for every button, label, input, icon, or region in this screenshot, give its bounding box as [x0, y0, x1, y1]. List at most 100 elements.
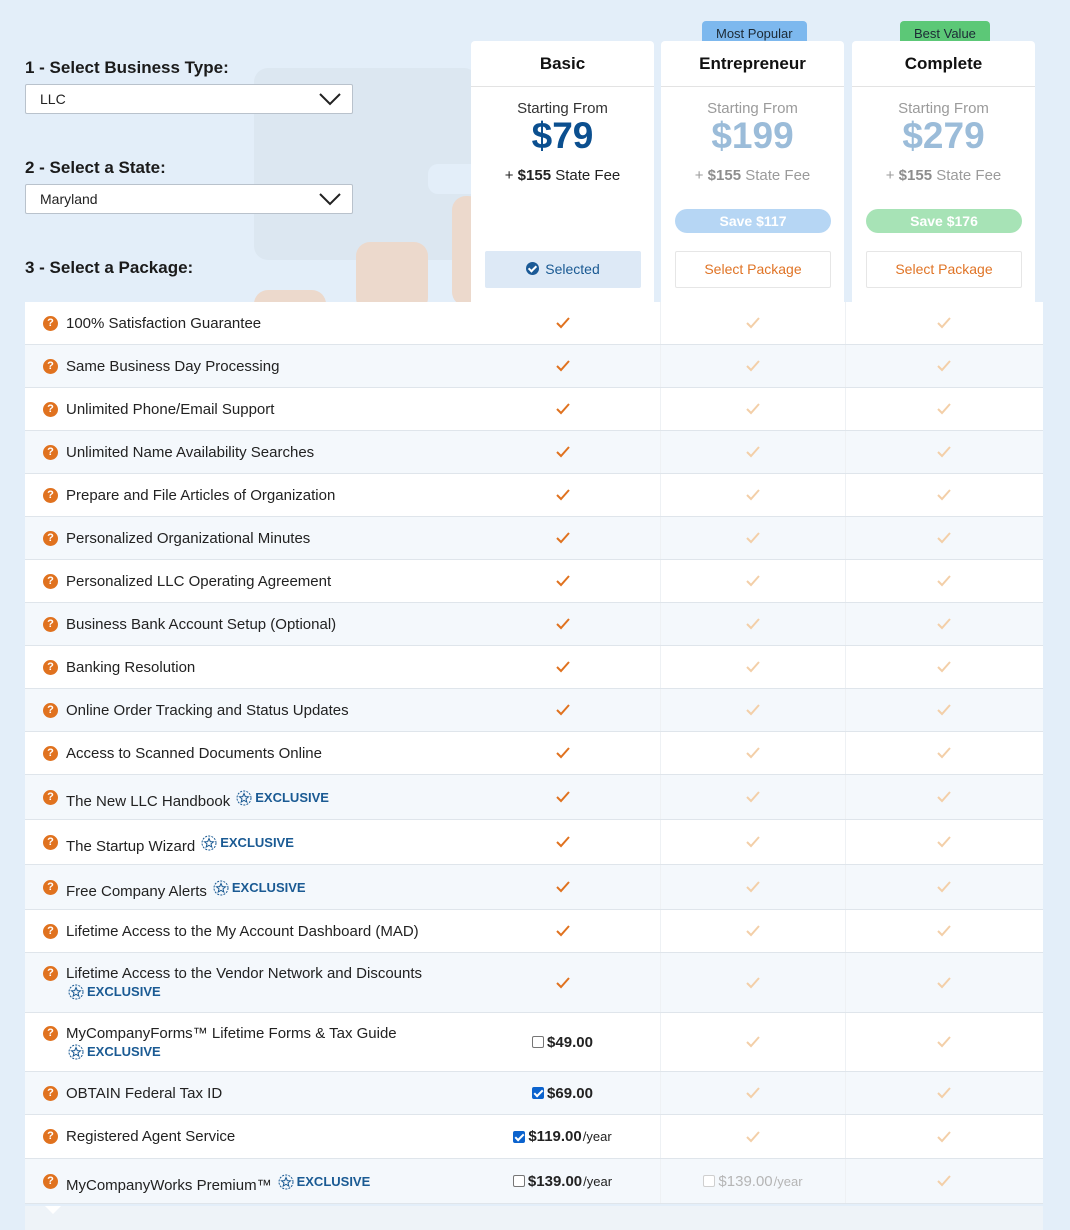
plan-cell-basic: $139.00/year — [470, 1159, 655, 1203]
question-icon[interactable]: ? — [43, 703, 58, 718]
question-icon[interactable]: ? — [43, 880, 58, 895]
selected-package-button[interactable]: Selected — [485, 251, 641, 288]
addon-option[interactable]: $49.00 — [532, 1034, 593, 1051]
checkmark-icon — [746, 403, 760, 415]
feature-name: Lifetime Access to the Vendor Network an… — [66, 965, 423, 982]
select-package-button[interactable]: Select Package — [675, 251, 831, 288]
star-badge-icon — [68, 984, 84, 1000]
checkmark-icon — [746, 317, 760, 329]
question-icon[interactable]: ? — [43, 1174, 58, 1189]
plan-price: $79 — [531, 115, 594, 156]
question-icon[interactable]: ? — [43, 574, 58, 589]
feature-name: Access to Scanned Documents Online — [66, 745, 322, 762]
feature-text: OBTAIN Federal Tax ID — [66, 1085, 466, 1103]
question-icon[interactable]: ? — [43, 746, 58, 761]
question-icon[interactable]: ? — [43, 924, 58, 939]
question-icon[interactable]: ? — [43, 359, 58, 374]
checkmark-icon — [936, 618, 951, 630]
feature-text: Unlimited Name Availability Searches — [66, 444, 466, 462]
question-icon[interactable]: ? — [43, 660, 58, 675]
feature-text: The Startup Wizard EXCLUSIVE — [66, 834, 466, 856]
addon-checkbox[interactable] — [532, 1036, 545, 1048]
checkmark-icon — [746, 360, 760, 372]
feature-row: ? Lifetime Access to the My Account Dashb… — [25, 910, 1043, 953]
question-icon[interactable]: ? — [43, 1086, 58, 1101]
addon-option[interactable]: $119.00/year — [513, 1128, 612, 1145]
question-icon[interactable]: ? — [43, 402, 58, 417]
checkmark-icon — [936, 532, 951, 544]
addon-price: $49.00 — [547, 1033, 593, 1051]
feature-label: ? The Startup Wizard EXCLUSIVE — [43, 820, 463, 865]
plan-cell-entrepreneur — [660, 388, 846, 430]
question-icon[interactable]: ? — [43, 966, 58, 981]
feature-name: Registered Agent Service — [66, 1128, 236, 1145]
addon-period: /year — [773, 1173, 803, 1189]
feature-label: ? Free Company Alerts EXCLUSIVE — [43, 865, 463, 910]
plan-name: Entrepreneur — [661, 41, 844, 87]
question-icon[interactable]: ? — [43, 835, 58, 850]
table-footer — [25, 1206, 1043, 1230]
checkmark-icon — [746, 791, 760, 803]
plan-cell-complete — [851, 603, 1036, 645]
plan-cell-complete — [851, 1013, 1036, 1071]
feature-label: ? Prepare and File Articles of Organizati… — [43, 474, 463, 517]
plan-cell-entrepreneur — [660, 865, 846, 909]
addon-option[interactable]: $139.00/year — [512, 1173, 612, 1190]
feature-row: ? Lifetime Access to the Vendor Network a… — [25, 953, 1043, 1013]
question-icon[interactable]: ? — [43, 790, 58, 805]
checkmark-icon — [936, 704, 951, 716]
checkmark-icon — [746, 446, 760, 458]
checkmark-icon — [936, 836, 951, 848]
question-icon[interactable]: ? — [43, 531, 58, 546]
plan-cell-basic — [470, 646, 655, 688]
exclusive-label: EXCLUSIVE — [87, 1044, 161, 1059]
plan-cell-entrepreneur — [660, 689, 846, 731]
state-fee: + $155 State Fee — [504, 167, 621, 184]
checkmark-icon — [555, 446, 570, 458]
exclusive-label: EXCLUSIVE — [296, 1174, 371, 1189]
chevron-down-icon — [319, 93, 341, 106]
addon-option[interactable]: $139.00/year — [703, 1173, 803, 1190]
feature-text: Banking Resolution — [66, 659, 466, 677]
feature-row: ? MyCompanyWorks Premium™ EXCLUSIVE $139.00… — [25, 1159, 1043, 1204]
feature-text: Unlimited Phone/Email Support — [66, 401, 466, 419]
addon-checkbox[interactable] — [512, 1175, 525, 1187]
feature-text: The New LLC Handbook EXCLUSIVE — [66, 789, 466, 811]
plan-cell-basic: $119.00/year — [470, 1115, 655, 1158]
plan-cell-complete — [851, 431, 1036, 473]
feature-name: The New LLC Handbook — [66, 793, 231, 810]
question-icon[interactable]: ? — [43, 1129, 58, 1144]
select-package-button[interactable]: Select Package — [866, 251, 1022, 288]
feature-row: ? The Startup Wizard EXCLUSIVE — [25, 820, 1043, 865]
checkmark-icon — [555, 925, 570, 937]
exclusive-label: EXCLUSIVE — [220, 835, 294, 850]
checkmark-icon — [555, 661, 570, 673]
addon-checkbox[interactable] — [513, 1130, 526, 1143]
feature-label: ? Business Bank Account Setup (Optional) — [43, 603, 463, 646]
plan-cell-complete — [851, 345, 1036, 387]
question-icon[interactable]: ? — [43, 1026, 58, 1041]
checkmark-icon — [936, 575, 951, 587]
feature-name: Online Order Tracking and Status Updates — [66, 702, 349, 719]
feature-row: ? Access to Scanned Documents Online — [25, 732, 1043, 775]
checkmark-icon — [936, 1175, 951, 1187]
business-type-select[interactable]: LLC — [25, 84, 353, 114]
plan-cell-basic — [470, 910, 655, 952]
state-select[interactable]: Maryland — [25, 184, 353, 214]
feature-text: Registered Agent Service — [66, 1128, 466, 1146]
feature-name: Prepare and File Articles of Organizatio… — [66, 487, 336, 504]
addon-checkbox[interactable] — [532, 1087, 545, 1099]
feature-text: Personalized LLC Operating Agreement — [66, 573, 466, 591]
feature-name: Personalized LLC Operating Agreement — [66, 573, 332, 590]
exclusive-badge: EXCLUSIVE — [201, 834, 294, 852]
feature-text: MyCompanyWorks Premium™ EXCLUSIVE — [66, 1173, 466, 1195]
question-icon[interactable]: ? — [43, 445, 58, 460]
exclusive-badge: EXCLUSIVE — [213, 879, 306, 897]
checkmark-icon — [555, 317, 570, 329]
plan-cell-complete — [851, 646, 1036, 688]
addon-option[interactable]: $69.00 — [532, 1085, 593, 1102]
feature-row: ? Prepare and File Articles of Organizati… — [25, 474, 1043, 517]
question-icon[interactable]: ? — [43, 316, 58, 331]
question-icon[interactable]: ? — [43, 488, 58, 503]
question-icon[interactable]: ? — [43, 617, 58, 632]
